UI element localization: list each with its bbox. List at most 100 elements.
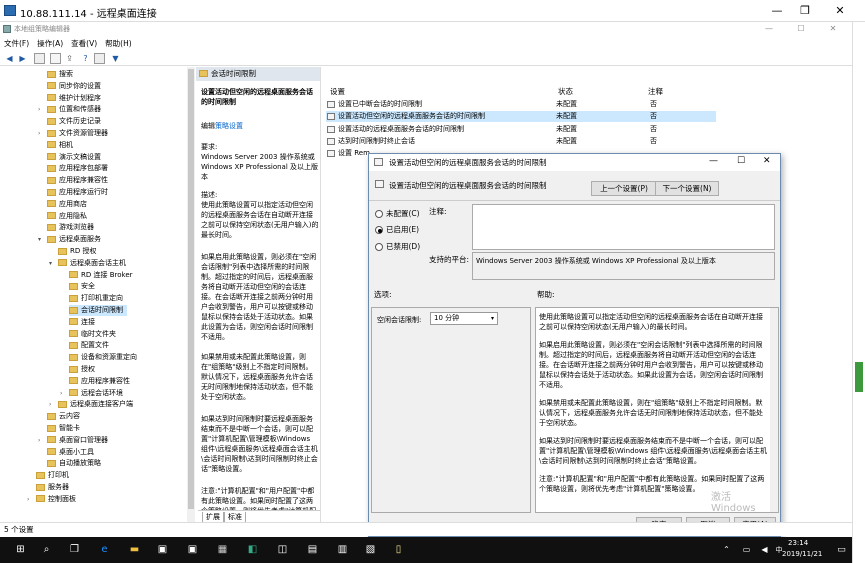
tree-item[interactable]: 服务器 [36, 482, 69, 493]
tree-item[interactable]: › 位置和传感器 [38, 104, 101, 115]
tree-item[interactable]: 文件历史记录 [47, 116, 101, 127]
tree-item[interactable]: 演示文稿设置 [47, 152, 101, 163]
tree-item[interactable]: 应用商店 [47, 199, 87, 210]
chevron-right-icon[interactable]: › [38, 435, 40, 446]
edge-icon[interactable]: e [98, 544, 111, 556]
tree-item[interactable]: RD 连接 Broker [69, 270, 133, 281]
app-icon-5[interactable]: ◫ [276, 544, 289, 556]
tree-item[interactable]: 云内容 [47, 411, 80, 422]
tree-item[interactable]: › 文件资源管理器 [38, 128, 108, 139]
tree-scroll-thumb[interactable] [188, 69, 194, 509]
tree-item[interactable]: 桌面小工具 [47, 447, 94, 458]
export-icon[interactable]: ⇪ [64, 53, 75, 64]
chevron-right-icon[interactable]: › [38, 128, 40, 139]
file-explorer-icon[interactable]: ▬ [128, 544, 141, 556]
tree-item[interactable]: 安全 [69, 281, 95, 292]
tree-item[interactable]: › 桌面窗口管理器 [38, 435, 108, 446]
menu-action[interactable]: 操作(A) [33, 37, 67, 50]
menu-view[interactable]: 查看(V) [67, 37, 101, 50]
gpe-minimize-button[interactable]: — [754, 23, 784, 35]
tree-item[interactable]: 同步你的设置 [47, 81, 101, 92]
menu-help[interactable]: 帮助(H) [101, 37, 136, 50]
volume-icon[interactable]: ◀ [758, 544, 771, 556]
chevron-right-icon[interactable]: › [27, 494, 29, 505]
tree-item[interactable]: 维护计划程序 [47, 93, 101, 104]
col-comment[interactable]: 注释 [648, 86, 663, 97]
tree-item[interactable]: 应用程序运行时 [47, 187, 108, 198]
close-button[interactable]: ✕ [818, 0, 862, 22]
chevron-down-icon[interactable]: ▾ [38, 234, 41, 245]
next-setting-button[interactable]: 下一个设置(N) [655, 181, 719, 196]
start-windows-icon[interactable]: ⊞ [14, 544, 27, 556]
clock-date[interactable]: 2019/11/21 [782, 550, 822, 558]
list-row[interactable]: 设置活动的远程桌面服务会话的时间限制 未配置 否 [326, 124, 716, 135]
search-icon[interactable]: ⌕ [40, 544, 53, 556]
tray-up-icon[interactable]: ⌃ [720, 544, 733, 556]
tree-item[interactable]: 应用程序兼容性 [47, 175, 108, 186]
tree-item[interactable]: 设备和资源重定向 [69, 352, 137, 363]
help-icon[interactable]: ? [80, 53, 91, 64]
tree-item[interactable]: 搜索 [47, 69, 73, 80]
dialog-close-button[interactable]: ✕ [763, 156, 771, 166]
menu-file[interactable]: 文件(F) [0, 37, 33, 50]
tree-item[interactable]: 授权 [69, 364, 95, 375]
gpe-maximize-button[interactable]: ☐ [786, 23, 816, 35]
notepad-icon[interactable]: ▯ [392, 544, 405, 556]
col-state[interactable]: 状态 [558, 86, 573, 97]
app-icon-7[interactable]: ▥ [336, 544, 349, 556]
show-hide-tree-icon[interactable] [34, 53, 45, 64]
app-icon-3[interactable]: ▦ [216, 544, 229, 556]
chevron-right-icon[interactable]: › [49, 399, 51, 410]
edit-policy-link[interactable]: 策略设置 [215, 122, 243, 130]
dialog-minimize-button[interactable]: — [709, 156, 718, 166]
tree-item[interactable]: 打印机重定向 [69, 293, 123, 304]
list-row[interactable]: 达到时间限制时终止会话 未配置 否 [326, 136, 716, 147]
app-icon-1[interactable]: ▣ [156, 544, 169, 556]
tree-item[interactable]: 游戏浏览器 [47, 222, 94, 233]
tree-scrollbar[interactable] [187, 67, 195, 522]
tree-item[interactable]: 应用程序兼容性 [69, 376, 130, 387]
tree-item[interactable]: › 远程会话环境 [60, 388, 123, 399]
tree-item[interactable]: 应用程序包部署 [47, 163, 108, 174]
tree-item[interactable]: 智能卡 [47, 423, 80, 434]
filter-icon[interactable]: ▼ [110, 53, 121, 64]
gpe-close-button[interactable]: ✕ [818, 23, 848, 35]
idle-limit-select[interactable]: 10 分钟 ▾ [430, 312, 498, 325]
task-view-icon[interactable]: ❐ [68, 544, 81, 556]
app-icon-4[interactable]: ◧ [246, 544, 259, 556]
comment-textarea[interactable] [472, 204, 775, 250]
tree-item[interactable]: 连接 [69, 317, 95, 328]
radio-enabled[interactable]: 已启用(E) [375, 225, 419, 235]
app-icon-6[interactable]: ▤ [306, 544, 319, 556]
app-icon-2[interactable]: ▣ [186, 544, 199, 556]
back-arrow-icon[interactable]: ◀ [4, 53, 15, 64]
tree-item[interactable]: ▾ 远程桌面服务 [38, 234, 101, 245]
radio-not-configured[interactable]: 未配置(C) [375, 209, 420, 219]
tree-item[interactable]: 临时文件夹 [69, 329, 116, 340]
prev-setting-button[interactable]: 上一个设置(P) [591, 181, 657, 196]
list-row[interactable]: 设置活动但空闲的远程桌面服务会话的时间限制 未配置 否 [326, 111, 716, 123]
clock-time[interactable]: 23:14 [788, 539, 808, 547]
tree-item[interactable]: 会话时间限制 [69, 305, 127, 316]
network-icon[interactable]: ▭ [740, 544, 753, 556]
tree-item[interactable]: RD 授权 [58, 246, 96, 257]
tree-item[interactable]: 应用隐私 [47, 211, 87, 222]
chevron-right-icon[interactable]: › [60, 388, 62, 399]
forward-arrow-icon[interactable]: ▶ [17, 53, 28, 64]
col-setting[interactable]: 设置 [330, 86, 345, 97]
tree-item[interactable]: 配置文件 [69, 340, 109, 351]
radio-disabled[interactable]: 已禁用(D) [375, 242, 420, 252]
notifications-icon[interactable]: ▭ [835, 544, 848, 556]
tree-item[interactable]: 相机 [47, 140, 73, 151]
chevron-right-icon[interactable]: › [38, 104, 40, 115]
chevron-down-icon[interactable]: ▾ [49, 258, 52, 269]
tree-item[interactable]: › 远程桌面连接客户端 [49, 399, 133, 410]
properties-icon[interactable] [50, 53, 61, 64]
view-icon[interactable] [94, 53, 105, 64]
tree-item[interactable]: › 控制面板 [27, 494, 76, 505]
tree-item[interactable]: 自动播放策略 [47, 458, 101, 469]
list-row[interactable]: 设置已中断会话的时间限制 未配置 否 [326, 99, 716, 110]
dialog-maximize-button[interactable]: ☐ [737, 156, 745, 166]
app-icon-8[interactable]: ▧ [364, 544, 377, 556]
help-scrollbar[interactable] [770, 308, 778, 512]
